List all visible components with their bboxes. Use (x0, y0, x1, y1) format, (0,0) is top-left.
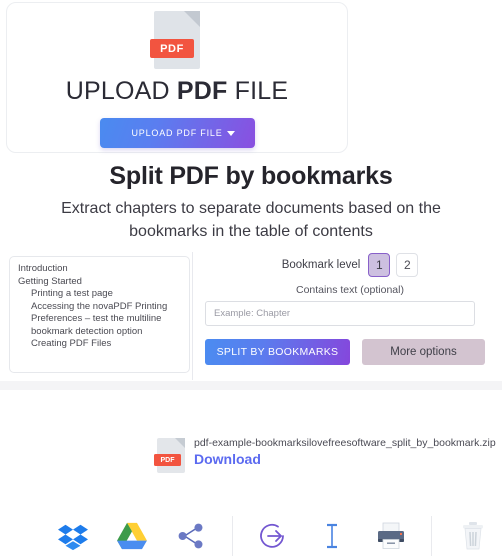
upload-title-strong: PDF (176, 77, 228, 105)
action-delete-button[interactable] (443, 521, 502, 551)
section-separator-band (0, 381, 502, 390)
options-column: Bookmark level 1 2 Contains text (option… (205, 252, 495, 365)
vertical-divider (192, 252, 193, 380)
bookmark-item[interactable]: Accessing the novaPDF Printing Preferenc… (18, 301, 181, 339)
upload-card-title: UPLOAD PDF FILE (66, 77, 289, 106)
upload-button-label: UPLOAD PDF FILE (131, 128, 223, 138)
contains-text-label: Contains text (optional) (296, 284, 404, 296)
contains-text-input[interactable] (205, 301, 475, 326)
split-by-bookmarks-button[interactable]: SPLIT BY BOOKMARKS (205, 339, 350, 365)
bookmark-item[interactable]: Introduction (18, 263, 181, 276)
download-result: PDF pdf-example-bookmarksilovefreesoftwa… (154, 437, 499, 473)
action-continue-button[interactable] (244, 520, 303, 552)
pdf-badge-label: PDF (150, 39, 194, 58)
trash-icon (462, 522, 483, 550)
result-pdf-badge-label: PDF (154, 454, 181, 466)
bookmark-level-row: Bookmark level 1 2 (205, 252, 495, 278)
upload-title-suffix: FILE (227, 77, 289, 105)
share-icon (178, 523, 203, 549)
file-action-bar (0, 513, 502, 559)
upload-title-prefix: UPLOAD (65, 77, 177, 105)
action-dropbox-button[interactable] (44, 521, 103, 551)
action-button-row: SPLIT BY BOOKMARKS More options (205, 339, 495, 365)
action-bar-divider (431, 516, 433, 556)
action-google-drive-button[interactable] (103, 522, 162, 550)
bookmark-item[interactable]: Printing a test page (18, 288, 181, 301)
split-pdf-page: PDF UPLOAD PDF FILE UPLOAD PDF FILE Spli… (0, 0, 502, 559)
continue-arrow-icon (260, 523, 284, 548)
upload-card: PDF UPLOAD PDF FILE UPLOAD PDF FILE (6, 2, 348, 153)
pdf-file-icon: PDF (150, 11, 200, 69)
action-share-button[interactable] (162, 522, 221, 550)
page-title: Split PDF by bookmarks (109, 162, 393, 190)
page-subtitle: Extract chapters to separate documents b… (61, 200, 441, 240)
print-icon (377, 522, 404, 549)
rename-cursor-icon (326, 523, 337, 549)
bookmark-item[interactable]: Creating PDF Files (18, 338, 181, 351)
action-rename-button[interactable] (302, 521, 361, 551)
bookmark-list-panel[interactable]: Introduction Getting Started Printing a … (9, 256, 190, 373)
upload-pdf-file-button[interactable]: UPLOAD PDF FILE (99, 118, 255, 148)
result-text-block: pdf-example-bookmarksilovefreesoftware_s… (194, 437, 499, 467)
action-bar-divider (231, 516, 233, 556)
bookmark-level-2-button[interactable]: 2 (396, 253, 419, 277)
more-options-button[interactable]: More options (362, 339, 485, 365)
result-filename: pdf-example-bookmarksilovefreesoftware_s… (194, 437, 496, 449)
google-drive-icon (117, 522, 148, 550)
chevron-down-icon[interactable] (226, 131, 235, 136)
dropbox-icon (58, 524, 89, 551)
download-link[interactable]: Download (194, 451, 499, 467)
bookmark-item[interactable]: Getting Started (18, 276, 181, 289)
result-pdf-icon: PDF (154, 438, 185, 473)
action-print-button[interactable] (361, 522, 420, 550)
bookmark-level-label: Bookmark level (281, 259, 361, 271)
bookmark-level-1-button[interactable]: 1 (368, 253, 391, 277)
